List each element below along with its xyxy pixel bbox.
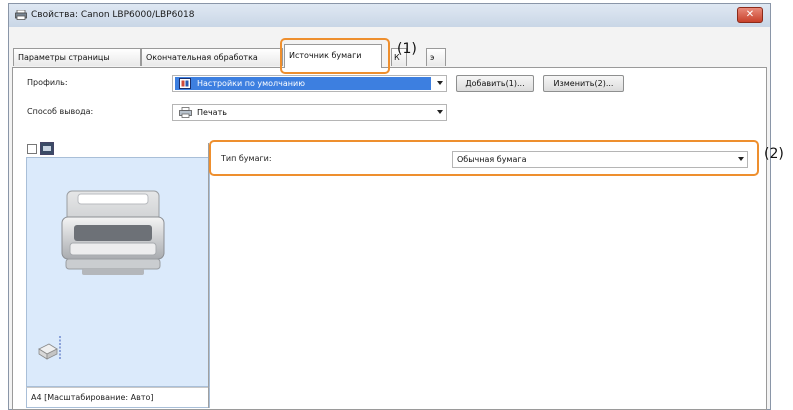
printer-icon	[179, 107, 192, 118]
output-method-label: Способ вывода:	[27, 107, 94, 116]
profile-icon	[179, 78, 191, 89]
tab-label: э	[430, 53, 435, 62]
tab-label: Окончательная обработка	[146, 53, 258, 62]
tab-extra[interactable]: э	[426, 48, 446, 66]
window-title: Свойства: Canon LBP6000/LBP6018	[31, 10, 195, 20]
annotation-highlight-2	[209, 140, 759, 176]
chevron-down-icon	[437, 110, 443, 114]
output-method-value: Печать	[197, 108, 227, 117]
profile-label: Профиль:	[27, 78, 68, 87]
printer-illustration	[61, 190, 165, 275]
close-icon: ✕	[745, 9, 755, 20]
tab-finishing[interactable]: Окончательная обработка	[141, 48, 283, 66]
chevron-down-icon	[437, 81, 443, 85]
annotation-label-2: (2)	[764, 146, 784, 162]
annotation-label-1: (1)	[397, 41, 417, 57]
edit-profile-button[interactable]: Изменить(2)...	[543, 75, 624, 92]
settings-group	[208, 143, 757, 408]
annotation-highlight-1	[280, 38, 390, 74]
preview-status-bar: A4 [Масштабирование: Авто]	[26, 387, 210, 408]
profile-value: Настройки по умолчанию	[197, 79, 305, 88]
printer-view-toggle[interactable]	[40, 142, 54, 155]
title-bar[interactable]: Свойства: Canon LBP6000/LBP6018 ✕	[9, 4, 770, 27]
close-button[interactable]: ✕	[737, 7, 763, 23]
page-view-toggle[interactable]	[27, 144, 37, 154]
tab-label: Параметры страницы	[18, 53, 110, 62]
profile-dropdown[interactable]: Настройки по умолчанию	[172, 75, 447, 92]
preview-pane	[26, 157, 210, 387]
add-profile-button[interactable]: Добавить(1)...	[456, 75, 534, 92]
paper-stack-icon	[38, 336, 61, 360]
tab-page-setup[interactable]: Параметры страницы	[13, 48, 141, 66]
printer-icon	[15, 10, 27, 20]
preview-status-text: A4 [Масштабирование: Авто]	[31, 393, 154, 402]
output-method-dropdown[interactable]: Печать	[172, 104, 447, 121]
